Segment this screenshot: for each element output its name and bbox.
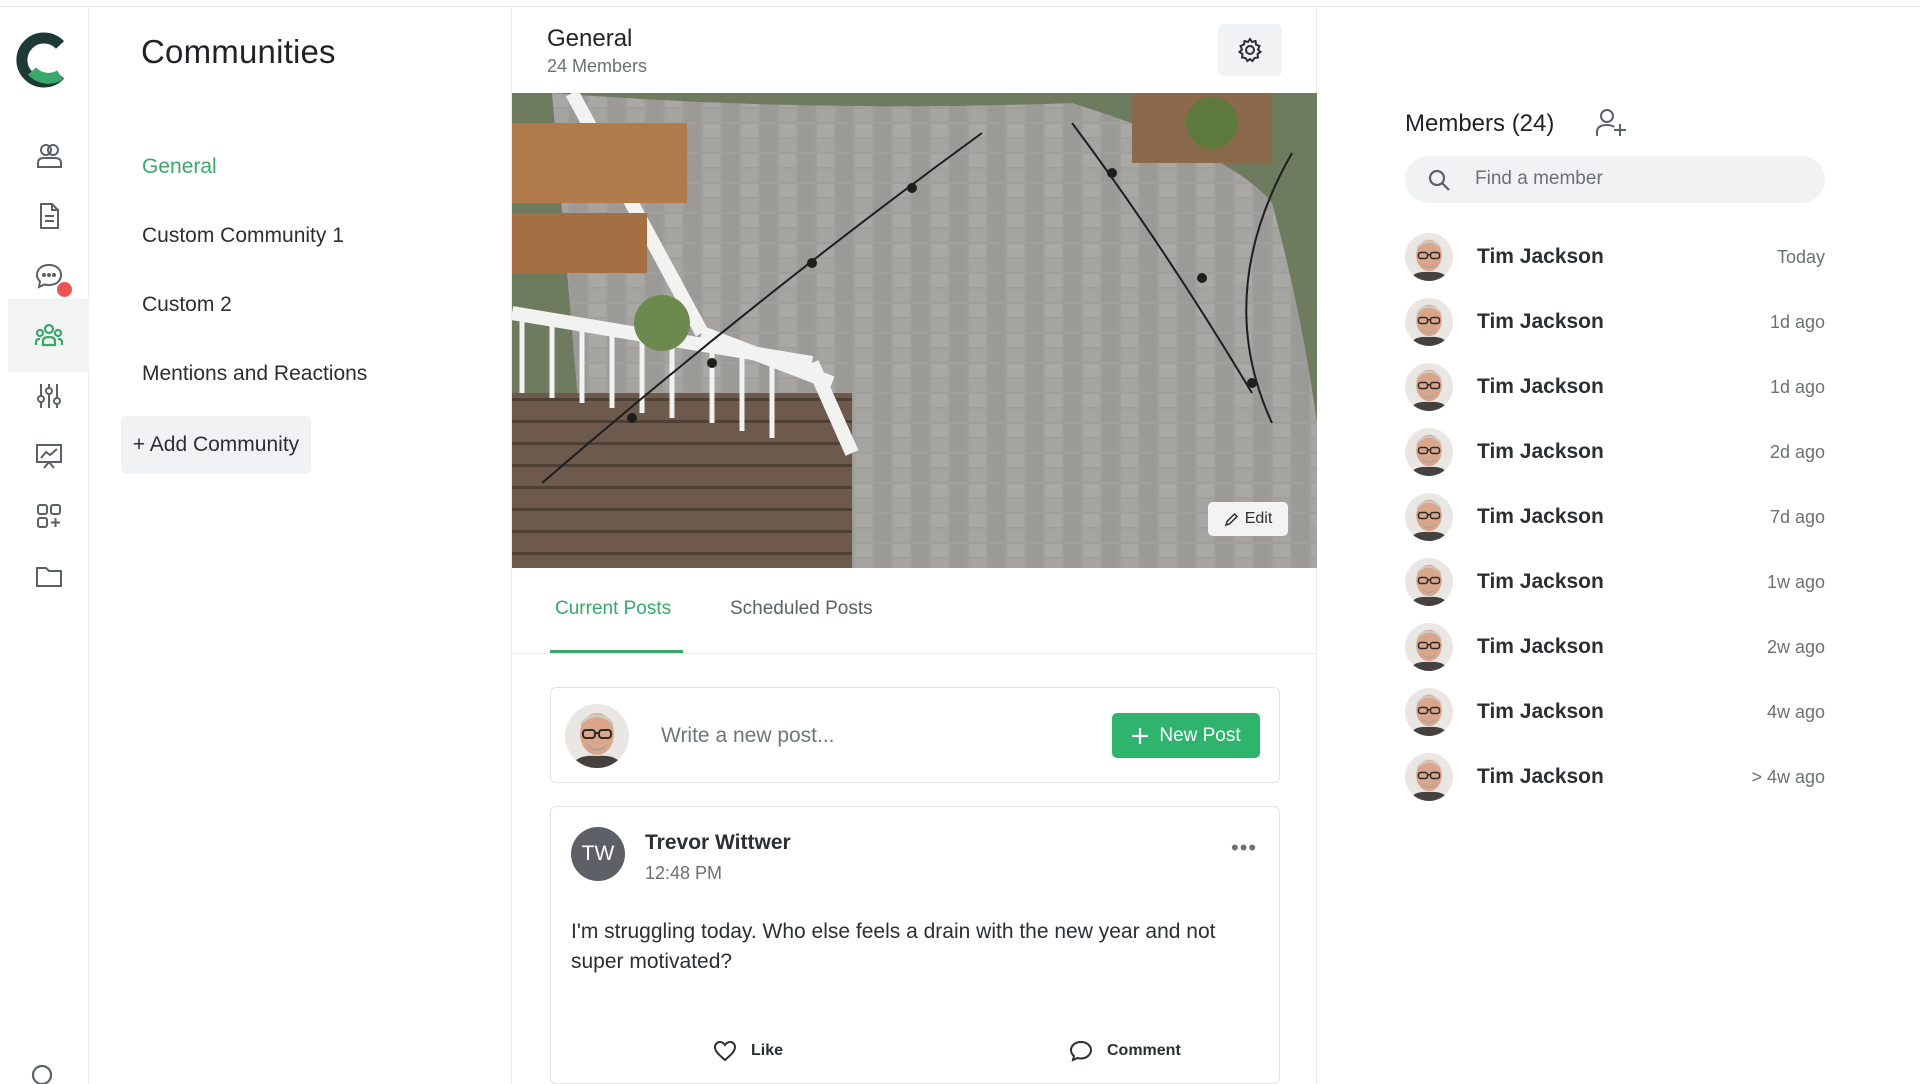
member-name: Tim Jackson — [1477, 245, 1604, 268]
member-name: Tim Jackson — [1477, 570, 1604, 593]
list-item[interactable]: Tim Jackson Today — [1405, 230, 1825, 282]
member-count: 24 Members — [547, 56, 648, 76]
list-item[interactable]: Tim Jackson 1d ago — [1405, 295, 1825, 347]
apps-add-icon — [36, 503, 61, 528]
member-last-active: 1d ago — [1769, 312, 1825, 332]
comment-button[interactable]: Comment — [1069, 1040, 1181, 1062]
community-feed: General 24 Members Edit Current Posts Sc… — [512, 7, 1317, 1084]
avatar — [1405, 688, 1453, 736]
cover-photo: Edit — [512, 93, 1317, 568]
post-composer: New Post — [550, 687, 1280, 783]
more-options-icon[interactable]: ••• — [1231, 835, 1257, 861]
post-time: 12:48 PM — [645, 863, 723, 883]
avatar — [1405, 298, 1453, 346]
list-item[interactable]: Tim Jackson 1w ago — [1405, 555, 1825, 607]
list-item[interactable]: Tim Jackson 2d ago — [1405, 425, 1825, 477]
member-last-active: 7d ago — [1769, 507, 1825, 527]
member-last-active: 2w ago — [1766, 637, 1825, 657]
member-name: Tim Jackson — [1477, 440, 1604, 463]
member-last-active: Today — [1776, 247, 1825, 267]
rail-files[interactable] — [8, 539, 89, 612]
edit-cover-button[interactable]: Edit — [1208, 502, 1288, 536]
app-logo-icon[interactable] — [16, 31, 74, 89]
contacts-icon — [36, 143, 62, 168]
avatar — [1405, 233, 1453, 281]
plus-icon — [1132, 727, 1149, 744]
like-label: Like — [751, 1042, 784, 1059]
member-last-active: 1d ago — [1769, 377, 1825, 397]
tab-scheduled-posts[interactable]: Scheduled Posts — [730, 598, 873, 620]
search-icon[interactable] — [30, 1063, 56, 1084]
list-item[interactable]: Tim Jackson > 4w ago — [1405, 750, 1825, 802]
new-post-button[interactable]: New Post — [1112, 713, 1260, 758]
member-search — [1405, 156, 1825, 203]
avatar — [1405, 493, 1453, 541]
member-name: Tim Jackson — [1477, 375, 1604, 398]
notification-badge — [57, 282, 72, 297]
community-item-mentions-and-reactions[interactable]: Mentions and Reactions — [142, 362, 367, 386]
members-panel: Members (24) Tim Jackson Today Tim Jacks… — [1317, 7, 1920, 1084]
sliders-icon — [36, 383, 61, 408]
post-card: TW Trevor Wittwer 12:48 PM ••• I'm strug… — [550, 806, 1280, 1084]
member-name: Tim Jackson — [1477, 635, 1604, 658]
member-name: Tim Jackson — [1477, 765, 1604, 788]
avatar — [1405, 363, 1453, 411]
community-title: General — [547, 25, 633, 52]
folder-icon — [35, 566, 62, 587]
add-member-icon[interactable] — [1594, 106, 1628, 140]
member-name: Tim Jackson — [1477, 505, 1604, 528]
presentation-chart-icon — [35, 443, 62, 469]
author-avatar: TW — [571, 827, 625, 881]
comment-label: Comment — [1107, 1042, 1181, 1059]
edit-label: Edit — [1244, 510, 1273, 527]
comment-icon — [1069, 1040, 1093, 1062]
list-item[interactable]: Tim Jackson 4w ago — [1405, 685, 1825, 737]
communities-panel: Communities General Custom Community 1 C… — [89, 7, 512, 1084]
member-last-active: 1w ago — [1766, 572, 1825, 592]
search-icon — [1428, 169, 1450, 191]
avatar — [565, 704, 629, 768]
pencil-icon — [1224, 512, 1238, 526]
member-last-active: 4w ago — [1766, 702, 1825, 722]
icon-rail — [0, 7, 89, 1084]
avatar — [1405, 623, 1453, 671]
gear-icon — [1237, 37, 1263, 63]
avatar — [1405, 428, 1453, 476]
active-tab-indicator — [550, 650, 683, 653]
patio-image — [512, 93, 1317, 568]
communities-title: Communities — [141, 33, 336, 70]
community-settings-button[interactable] — [1218, 24, 1282, 76]
member-last-active: 2d ago — [1769, 442, 1825, 462]
member-name: Tim Jackson — [1477, 700, 1604, 723]
members-title: Members (24) — [1405, 110, 1555, 137]
avatar — [1405, 753, 1453, 801]
list-item[interactable]: Tim Jackson 7d ago — [1405, 490, 1825, 542]
new-post-input[interactable] — [661, 718, 1081, 754]
post-tabs: Current Posts Scheduled Posts — [512, 568, 1317, 654]
member-search-input[interactable] — [1475, 164, 1805, 194]
community-item-custom-community-1[interactable]: Custom Community 1 — [142, 224, 344, 248]
community-icon — [34, 323, 63, 346]
member-name: Tim Jackson — [1477, 310, 1604, 333]
new-post-label: New Post — [1159, 724, 1241, 746]
list-item[interactable]: Tim Jackson 2w ago — [1405, 620, 1825, 672]
community-item-custom-2[interactable]: Custom 2 — [142, 293, 232, 317]
list-item[interactable]: Tim Jackson 1d ago — [1405, 360, 1825, 412]
community-item-general[interactable]: General — [142, 155, 217, 179]
tab-current-posts[interactable]: Current Posts — [555, 598, 671, 620]
post-author[interactable]: Trevor Wittwer — [645, 831, 791, 855]
member-last-active: > 4w ago — [1751, 767, 1825, 787]
add-community-button[interactable]: + Add Community — [121, 416, 311, 474]
post-body: I'm struggling today. Who else feels a d… — [571, 920, 1216, 973]
like-button[interactable]: Like — [713, 1040, 783, 1062]
document-icon — [39, 202, 59, 229]
avatar — [1405, 558, 1453, 606]
heart-icon — [713, 1040, 737, 1062]
